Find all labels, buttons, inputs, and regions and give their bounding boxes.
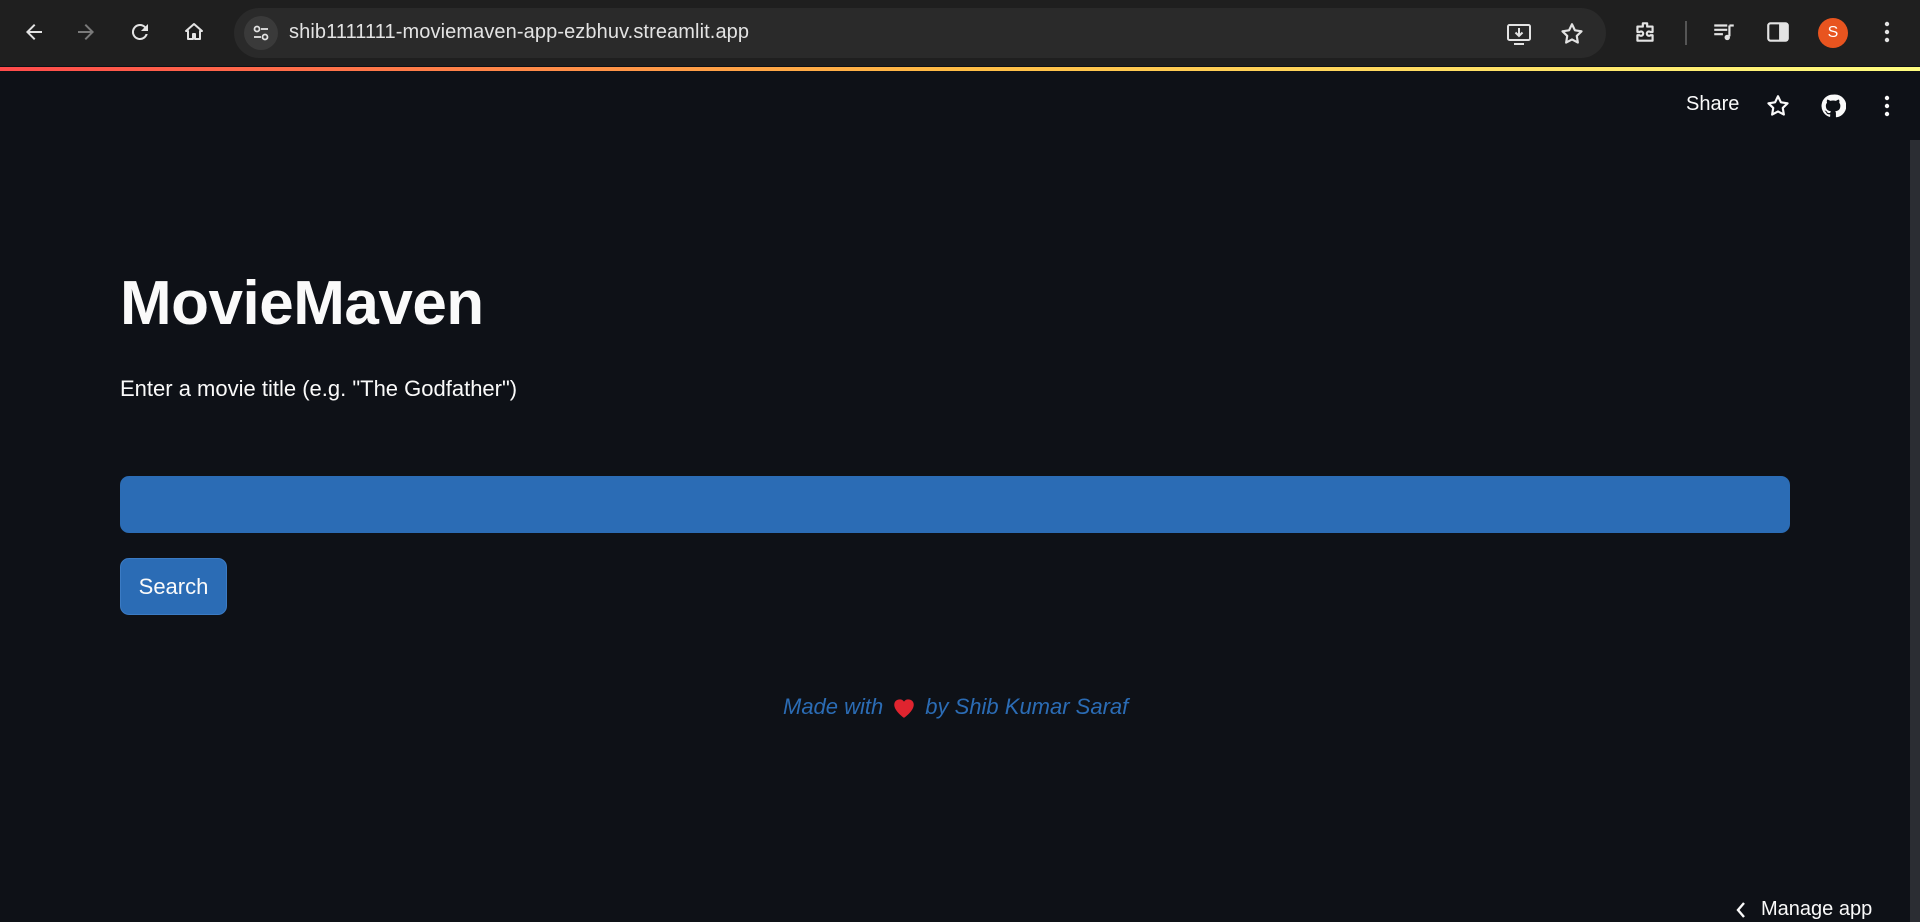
queue-music-icon xyxy=(1714,24,1734,41)
share-button[interactable]: Share xyxy=(1686,93,1739,116)
search-prompt: Enter a movie title (e.g. "The Godfather… xyxy=(120,376,518,401)
arrow-left-icon xyxy=(26,24,42,40)
browser-menu-button[interactable] xyxy=(1872,17,1902,47)
install-app-button[interactable] xyxy=(1506,21,1532,47)
home-icon xyxy=(185,23,203,40)
app-menu-button[interactable] xyxy=(1872,91,1902,121)
star-icon xyxy=(1561,23,1583,44)
kebab-menu-icon xyxy=(1884,21,1890,43)
arrow-right-icon xyxy=(78,24,94,40)
github-button[interactable] xyxy=(1818,91,1848,121)
puzzle-icon xyxy=(1636,22,1654,42)
heart-icon xyxy=(894,699,915,718)
site-info-button[interactable] xyxy=(244,16,278,50)
reload-icon xyxy=(131,23,148,40)
reload-button[interactable] xyxy=(122,14,158,50)
back-button[interactable] xyxy=(16,14,52,50)
page-title: MovieMaven xyxy=(120,269,484,338)
url-text[interactable]: shib1111111-moviemaven-app-ezbhuv.stream… xyxy=(289,21,749,44)
media-control-button[interactable] xyxy=(1709,17,1739,47)
credits-prefix: Made with xyxy=(783,694,884,719)
scrollbar[interactable] xyxy=(1910,140,1920,922)
address-bar[interactable]: shib1111111-moviemaven-app-ezbhuv.stream… xyxy=(234,8,1606,58)
bookmark-star-button[interactable] xyxy=(1559,21,1585,47)
kebab-menu-icon xyxy=(1884,95,1890,117)
home-button[interactable] xyxy=(176,14,212,50)
tune-icon xyxy=(253,25,269,41)
credits-suffix: by Shib Kumar Saraf xyxy=(925,694,1129,719)
extensions-button[interactable] xyxy=(1630,17,1660,47)
install-icon xyxy=(1507,24,1531,45)
profile-avatar[interactable]: S xyxy=(1818,18,1848,48)
star-icon xyxy=(1767,95,1789,116)
search-button[interactable]: Search xyxy=(120,558,227,615)
chevron-left-icon xyxy=(1736,901,1745,918)
side-panel-button[interactable] xyxy=(1763,17,1793,47)
browser-toolbar: shib1111111-moviemaven-app-ezbhuv.stream… xyxy=(0,0,1920,66)
manage-app-label: Manage app xyxy=(1761,898,1873,920)
favorite-button[interactable] xyxy=(1763,91,1793,121)
toolbar-divider xyxy=(1685,21,1687,45)
side-panel-icon xyxy=(1767,22,1789,42)
credits-line: Made with by Shib Kumar Saraf xyxy=(783,694,1128,720)
forward-button[interactable] xyxy=(68,14,104,50)
github-icon xyxy=(1821,94,1846,118)
manage-app-button[interactable]: Manage app xyxy=(1735,898,1872,921)
movie-search-input[interactable] xyxy=(120,476,1790,533)
app-header: Share xyxy=(0,71,1920,139)
